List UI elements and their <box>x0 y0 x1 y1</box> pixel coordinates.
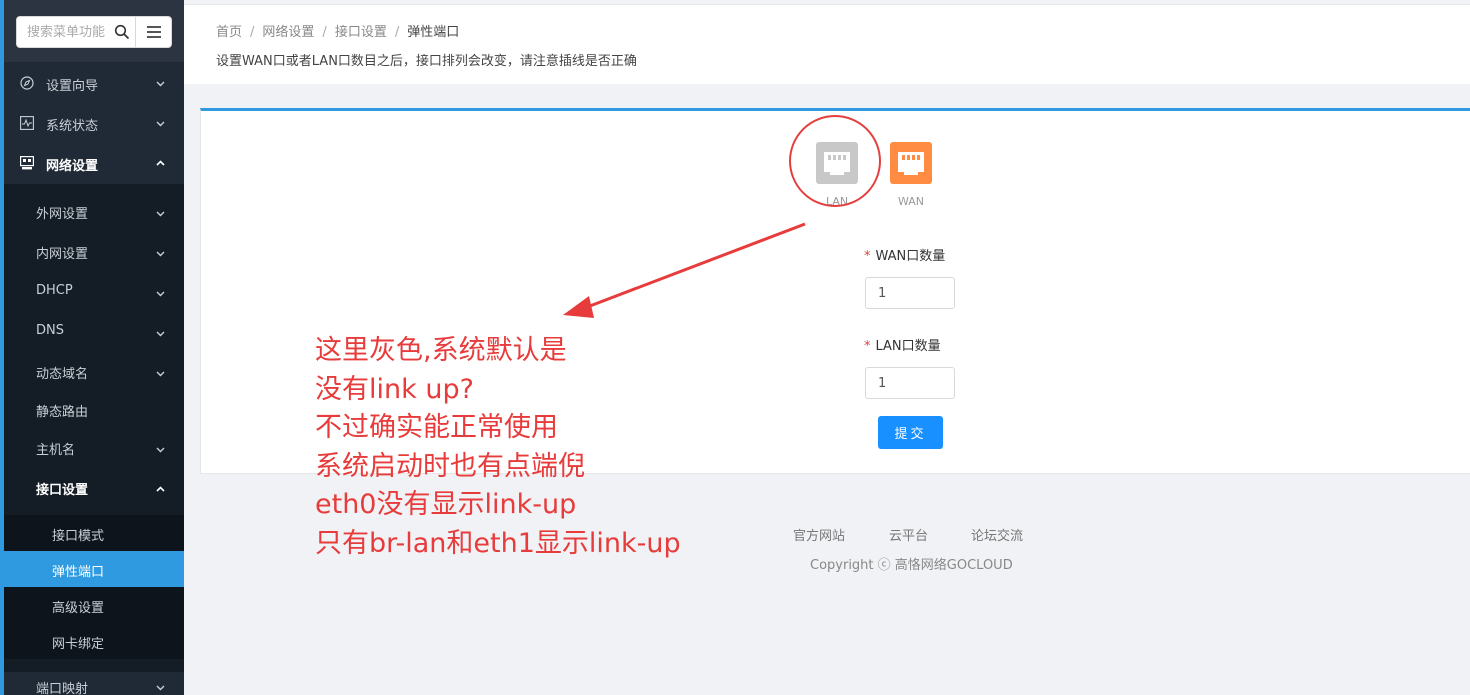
footer-link-official-site[interactable]: 官方网站 <box>793 525 845 544</box>
annotation-line: 没有link up? <box>315 373 474 405</box>
wan-port-label: WAN <box>898 195 925 208</box>
sidebar-item-network-settings[interactable]: 网络设置 <box>4 143 184 183</box>
sidebar-item-lan-settings[interactable]: 内网设置 <box>4 233 184 269</box>
sidebar-item-static-route[interactable]: 静态路由 <box>4 391 184 427</box>
chevron-down-icon <box>156 447 165 453</box>
wan-count-input[interactable] <box>865 277 955 309</box>
sidebar-item-label: 网络设置 <box>46 159 99 174</box>
sidebar-item-wan-settings[interactable]: 外网设置 <box>4 193 184 229</box>
chevron-down-icon <box>156 371 165 377</box>
chevron-down-icon <box>156 251 165 257</box>
sidebar-item-hostname[interactable]: 主机名 <box>4 429 184 465</box>
compass-icon <box>20 76 34 90</box>
chevron-up-icon <box>156 160 165 166</box>
menu-search-input[interactable] <box>27 17 123 47</box>
chevron-down-icon <box>156 211 165 217</box>
breadcrumb-network[interactable]: 网络设置 <box>262 25 314 40</box>
wan-port[interactable] <box>890 142 932 184</box>
chevron-down-icon <box>156 121 165 127</box>
submit-button[interactable]: 提交 <box>878 416 943 449</box>
sidebar-item-ddns[interactable]: 动态域名 <box>4 353 184 389</box>
wan-count-label: * WAN口数量 <box>864 249 946 264</box>
network-icon <box>20 156 34 170</box>
footer-link-cloud-platform[interactable]: 云平台 <box>889 525 928 544</box>
page-header: 首页 / 网络设置 / 接口设置 / 弹性端口 设置WAN口或者LAN口数目之后，接口排列会… <box>184 4 1470 84</box>
hamburger-icon <box>147 26 161 28</box>
page-description: 设置WAN口或者LAN口数目之后，接口排列会改变，请注意插线是否正确 <box>216 54 637 69</box>
breadcrumb-interface[interactable]: 接口设置 <box>335 25 387 40</box>
lan-count-label: * LAN口数量 <box>864 339 941 354</box>
annotation-line: 只有br-lan和eth1显示link-up <box>315 527 681 559</box>
sidebar-item-elastic-port[interactable]: 弹性端口 <box>4 551 184 587</box>
chevron-down-icon <box>156 81 165 87</box>
copyright: Copyright ⓒ 高恪网络GOCLOUD <box>810 558 1013 573</box>
annotation-text: 这里灰色,系统默认是 没有link up? 不过确实能正常使用 系统启动时也有点… <box>315 332 681 563</box>
ethernet-port-icon <box>898 152 924 175</box>
lan-count-input[interactable] <box>865 367 955 399</box>
sidebar-item-nic-bonding[interactable]: 网卡绑定 <box>4 623 184 659</box>
breadcrumb-current: 弹性端口 <box>407 25 460 40</box>
sidebar-item-system-status[interactable]: 系统状态 <box>4 103 184 143</box>
pulse-chart-icon <box>20 116 34 130</box>
sidebar-search-area <box>4 0 184 62</box>
annotation-line: eth0没有显示link-up <box>315 489 577 520</box>
annotation-circle <box>789 115 881 207</box>
search-icon[interactable] <box>114 24 130 40</box>
sidebar-item-interface-settings[interactable]: 接口设置 <box>4 469 184 505</box>
sidebar-item-advanced-settings[interactable]: 高级设置 <box>4 587 184 623</box>
annotation-line: 这里灰色,系统默认是 <box>315 335 567 366</box>
chevron-down-icon <box>156 291 165 297</box>
annotation-line: 不过确实能正常使用 <box>315 412 558 443</box>
chevron-down-icon <box>156 685 165 691</box>
sidebar-item-dns[interactable]: DNS <box>4 313 184 349</box>
annotation-line: 系统启动时也有点端倪 <box>315 450 585 482</box>
footer-link-forum[interactable]: 论坛交流 <box>971 525 1023 544</box>
menu-search-box[interactable] <box>16 16 136 48</box>
sidebar-item-dhcp[interactable]: DHCP <box>4 273 184 309</box>
sidebar-item-setup-wizard[interactable]: 设置向导 <box>4 63 184 103</box>
sidebar-item-label: 系统状态 <box>46 119 99 134</box>
chevron-up-icon <box>156 486 165 492</box>
sidebar-item-label: 设置向导 <box>46 79 99 94</box>
sidebar-item-interface-mode[interactable]: 接口模式 <box>4 515 184 551</box>
chevron-down-icon <box>156 331 165 337</box>
sidebar-item-port-mapping[interactable]: 端口映射 <box>4 672 184 695</box>
breadcrumb: 首页 / 网络设置 / 接口设置 / 弹性端口 <box>216 25 460 40</box>
menu-toggle-button[interactable] <box>135 16 172 48</box>
breadcrumb-home[interactable]: 首页 <box>216 25 242 40</box>
